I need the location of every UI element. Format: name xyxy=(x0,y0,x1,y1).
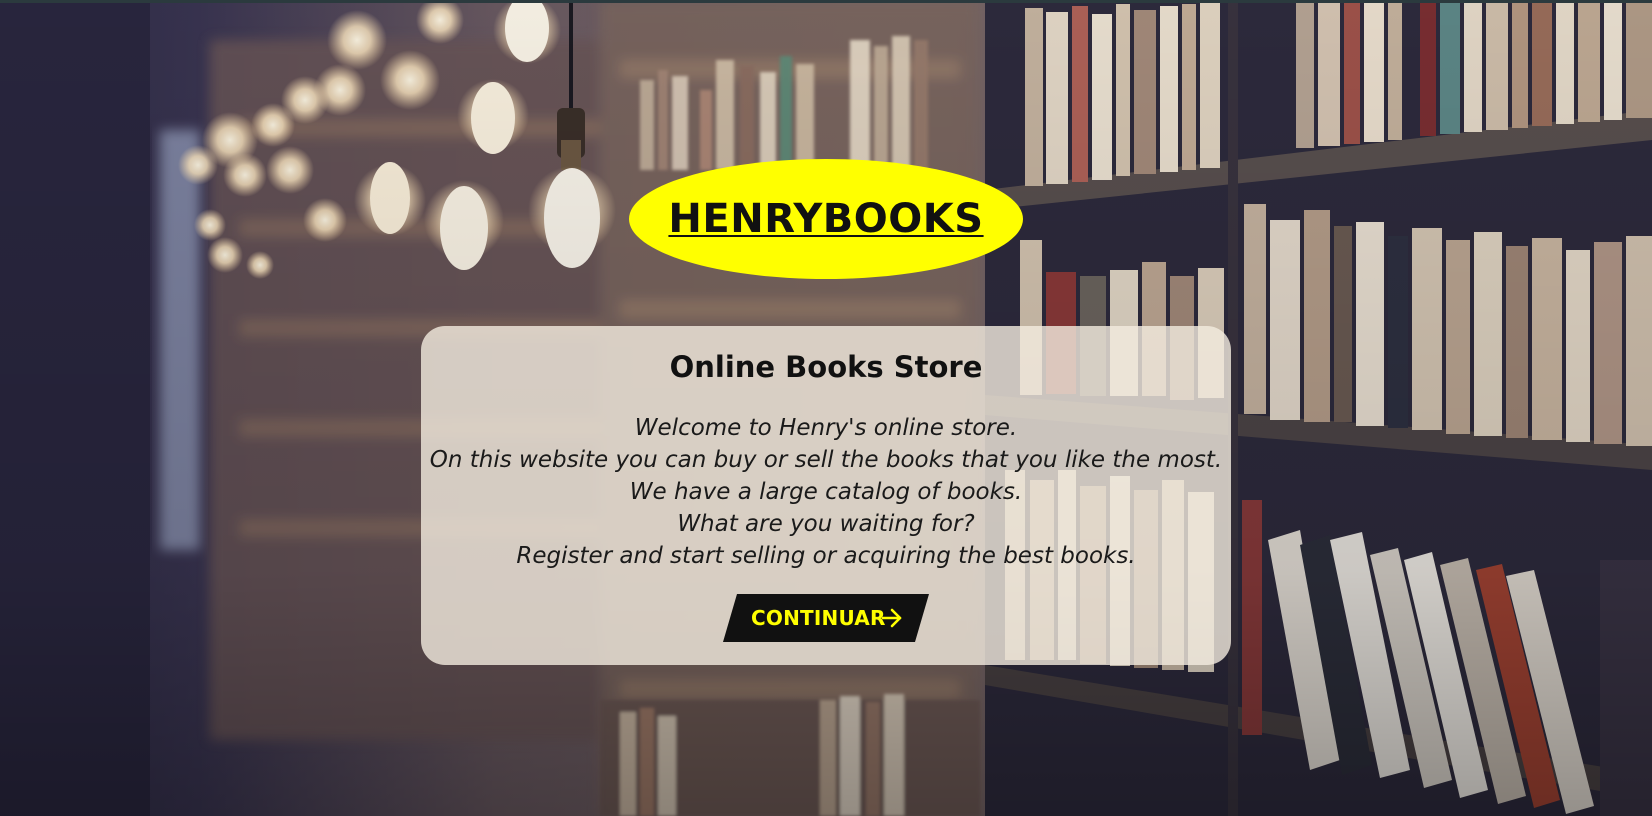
welcome-card: Online Books Store Welcome to Henry's on… xyxy=(421,326,1231,665)
welcome-description: Welcome to Henry's online store. On this… xyxy=(421,412,1231,572)
card-title: Online Books Store xyxy=(669,350,983,384)
description-line: On this website you can buy or sell the … xyxy=(429,447,1223,473)
arrow-right-icon xyxy=(881,608,902,628)
description-line: Welcome to Henry's online store. xyxy=(634,415,1018,441)
continue-button[interactable]: CONTINUAR xyxy=(723,594,929,642)
top-border xyxy=(0,0,1652,3)
description-line: Register and start selling or acquiring … xyxy=(516,543,1136,569)
continue-button-label: CONTINUAR xyxy=(751,606,886,630)
landing-hero: HENRYBOOKS Online Books Store Welcome to… xyxy=(0,0,1652,816)
brand-logo[interactable]: HENRYBOOKS xyxy=(629,159,1023,279)
description-line: What are you waiting for? xyxy=(677,511,975,537)
description-line: We have a large catalog of books. xyxy=(629,479,1023,505)
